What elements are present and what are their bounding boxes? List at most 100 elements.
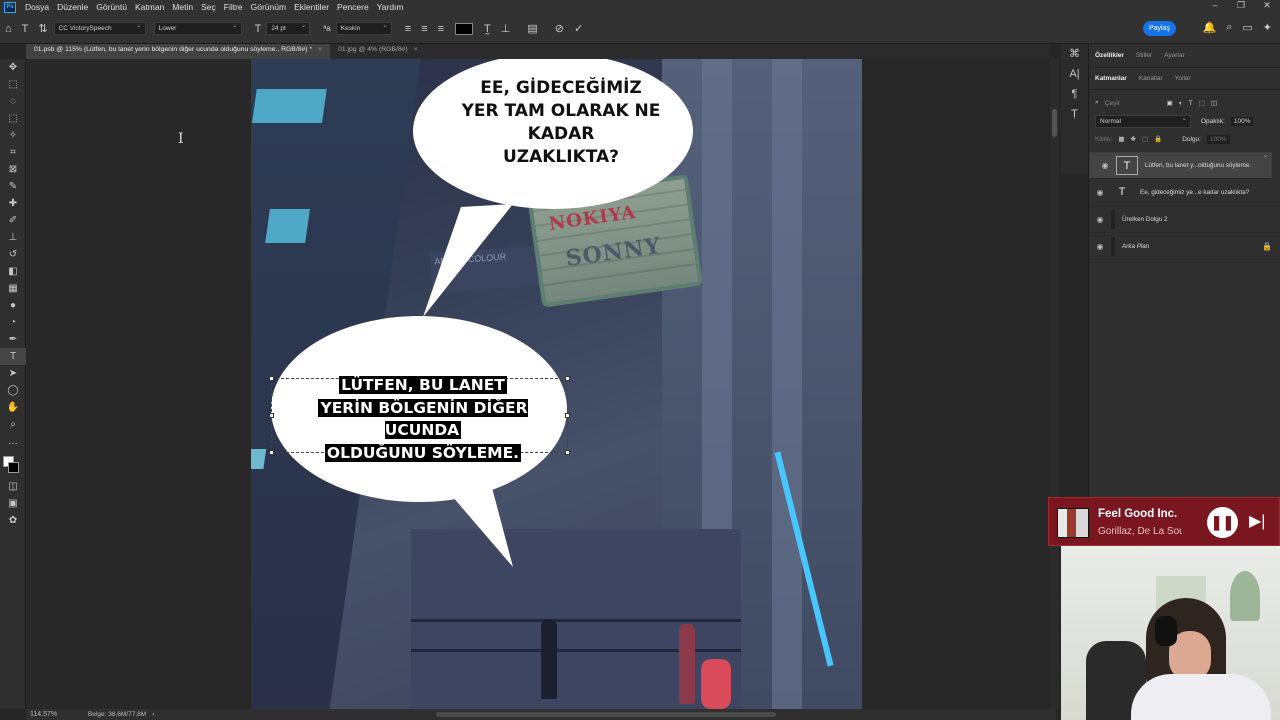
font-family-select[interactable]: CC VictorySpeech [53,21,146,35]
menu-file[interactable]: Dosya [21,2,53,12]
close-icon[interactable]: ✕ [1254,0,1280,11]
object-selection-tool-icon[interactable]: ⬚ [0,110,26,127]
type-tool-icon[interactable]: T [0,348,26,365]
canvas-workspace[interactable]: ANCAK COLOUR NOKIYA SONNY EE, GİDECEĞİMİ… [26,59,1048,709]
lock-artboard-icon[interactable]: ⬚ [1142,135,1148,143]
layer-row-text[interactable]: ◉ T Ee, gideceğimiz ye...e kadar uzaklık… [1089,179,1280,206]
tab-paths[interactable]: Yollar [1169,75,1197,82]
visibility-eye-icon[interactable]: ◉ [1089,242,1111,251]
bubble-text-bottom-selected[interactable]: LÜTFEN, BU LANET YERİN BÖLGENİN DİĞER UC… [283,374,563,464]
adjustment-filter-icon[interactable]: ◐ [1179,100,1183,107]
character-icon[interactable]: A| [1061,64,1088,84]
tab-properties[interactable]: Özellikler [1089,52,1130,59]
resize-handle[interactable] [565,376,570,381]
font-size-select[interactable]: 24 pt [266,21,311,35]
menu-type[interactable]: Metin [168,2,197,12]
type-tool-preset-icon[interactable]: T [22,23,29,35]
menu-view[interactable]: Görünüm [247,2,290,12]
dodge-tool-icon[interactable]: ◔ [0,314,26,331]
hand-tool-icon[interactable]: ✋ [0,399,26,416]
history-brush-tool-icon[interactable]: ↺ [0,246,26,263]
type-glyph-icon[interactable]: Ṭ [1061,104,1088,124]
color-swatches[interactable] [0,450,26,478]
resize-handle[interactable] [269,413,274,418]
tab-adjustments[interactable]: Ayarlar [1158,52,1190,59]
eyedropper-tool-icon[interactable]: ✎ [0,178,26,195]
blend-mode-select[interactable]: Normal [1095,114,1191,128]
frame-tool-icon[interactable]: ⊠ [0,161,26,178]
healing-brush-tool-icon[interactable]: ✚ [0,195,26,212]
resize-handle[interactable] [269,450,274,455]
lock-all-icon[interactable]: 🔒 [1154,135,1162,143]
bubble-text-top[interactable]: EE, GİDECEĞİMİZ YER TAM OLARAK NE KADAR … [431,77,691,169]
resize-handle[interactable] [269,376,274,381]
fill-input[interactable]: 100% [1207,134,1230,144]
paragraph-icon[interactable]: ¶ [1061,84,1088,104]
path-selection-tool-icon[interactable]: ➤ [0,365,26,382]
shape-tool-icon[interactable]: ◯ [0,382,26,399]
pen-tool-icon[interactable]: ✒ [0,331,26,348]
menu-plugins[interactable]: Eklentiler [290,2,333,12]
notification-bell-icon[interactable]: 🔔 [1203,21,1217,34]
antialias-select[interactable]: Keskin [335,21,392,35]
tab-channels[interactable]: Kanallar [1133,75,1169,82]
lock-pixels-icon[interactable]: ▦ [1118,135,1124,143]
status-arrow-icon[interactable]: › [152,711,154,718]
layer-row-generative-fill[interactable]: ◉ Üretken Dolgu 2 [1089,206,1280,233]
layer-row-background[interactable]: ◉ Arka Plan 🔒 [1089,233,1280,260]
next-track-icon[interactable]: ▶| [1249,511,1265,531]
share-button[interactable]: Paylaş [1143,21,1176,36]
tab-layers[interactable]: Katmanlar [1089,75,1133,82]
tab-document-jpg[interactable]: 01.jpg @ 4% (RGB/8#) × [330,44,426,59]
clone-stamp-tool-icon[interactable]: ⊥ [0,229,26,246]
pause-icon[interactable]: ❚❚ [1207,507,1238,538]
tab-styles[interactable]: Stiller [1130,52,1158,59]
scroll-thumb[interactable] [1052,109,1057,137]
more-tools-icon[interactable]: … [0,433,26,450]
shape-filter-icon[interactable]: ⬚ [1199,99,1205,107]
align-right-icon[interactable]: ≡ [438,23,444,35]
character-panel-icon[interactable]: ▤ [527,22,537,35]
menu-layer[interactable]: Katman [131,2,168,12]
close-icon[interactable]: × [414,46,418,53]
gradient-tool-icon[interactable]: ▦ [0,280,26,297]
close-icon[interactable]: × [318,46,322,53]
search-icon[interactable]: ⌕ [1226,21,1232,34]
menu-edit[interactable]: Düzenle [53,2,92,12]
layer-row-text-selected[interactable]: ◉ T Lütfen, bu lanet y...olduğunu söylem… [1089,151,1272,179]
magic-wand-tool-icon[interactable]: ✧ [0,127,26,144]
crop-tool-icon[interactable]: ⌗ [0,144,26,161]
menu-window[interactable]: Pencere [333,2,373,12]
horizontal-scrollbar[interactable] [436,712,776,717]
menu-image[interactable]: Görüntü [92,2,131,12]
visibility-eye-icon[interactable]: ◉ [1089,188,1111,197]
3d-text-icon[interactable]: ⊥ [501,22,511,35]
resize-handle[interactable] [565,413,570,418]
smart-object-filter-icon[interactable]: ◫ [1211,99,1217,107]
align-center-icon[interactable]: ≡ [421,23,427,35]
resize-handle[interactable] [565,450,570,455]
text-color-swatch[interactable] [455,22,474,35]
eraser-tool-icon[interactable]: ◧ [0,263,26,280]
menu-select[interactable]: Seç [197,2,220,12]
generative-icon[interactable]: ✿ [0,512,26,529]
visibility-eye-icon[interactable]: ◉ [1089,215,1111,224]
home-icon[interactable]: ⌂ [5,23,12,35]
pixel-filter-icon[interactable]: ▣ [1167,99,1173,107]
warp-text-icon[interactable]: T̰ [484,23,491,35]
background-color-swatch[interactable] [8,462,19,473]
text-orientation-icon[interactable]: ⇅ [38,22,47,35]
minimize-icon[interactable]: – [1202,0,1228,11]
workspace-icon[interactable]: ▭ [1242,21,1252,34]
libraries-icon[interactable]: ⌘ [1061,44,1088,64]
document-canvas[interactable]: ANCAK COLOUR NOKIYA SONNY EE, GİDECEĞİMİ… [251,59,862,709]
restore-icon[interactable]: ❐ [1228,0,1254,11]
move-tool-icon[interactable]: ✥ [0,59,26,76]
zoom-level[interactable]: 114.57% [26,711,88,718]
align-left-icon[interactable]: ≡ [405,23,411,35]
discover-icon[interactable]: ✦ [1263,21,1272,34]
visibility-eye-icon[interactable]: ◉ [1094,161,1116,171]
quick-mask-icon[interactable]: ◫ [0,478,26,495]
menu-filter[interactable]: Filtre [220,2,247,12]
zoom-tool-icon[interactable]: ⌕ [0,416,26,433]
